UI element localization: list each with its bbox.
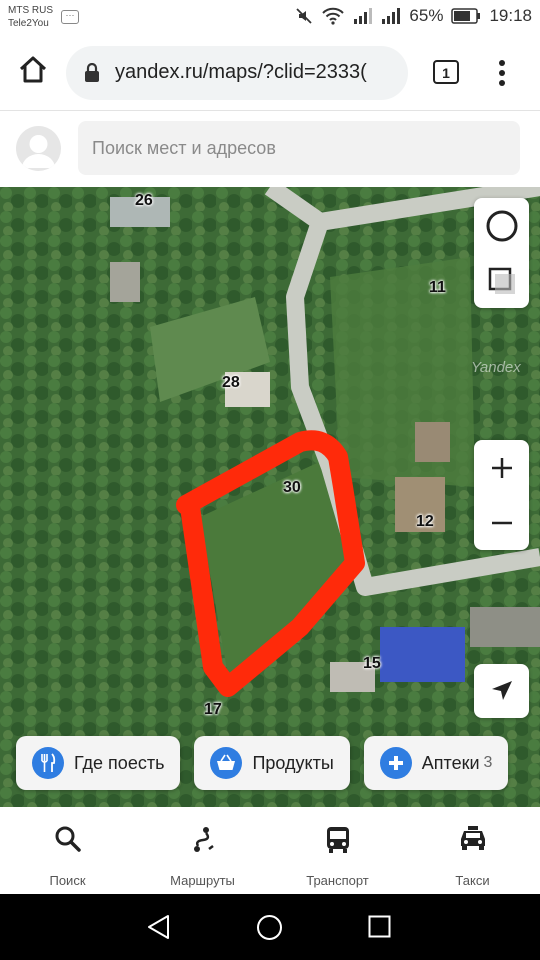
category-chips: Где поесть Продукты Аптеки 3: [16, 736, 509, 790]
taxi-icon: [460, 826, 485, 850]
zoom-out-button[interactable]: [474, 495, 529, 550]
layers-control: [474, 198, 529, 308]
map-mode-button[interactable]: [474, 198, 529, 253]
tab-switcher-button[interactable]: 1: [433, 60, 459, 84]
url-text: yandex.ru/maps/?clid=2333(: [115, 61, 367, 83]
house-number: 26: [135, 192, 153, 209]
chip-food-label: Где поесть: [74, 752, 165, 773]
lock-icon: [85, 63, 99, 82]
layers-icon: [488, 267, 515, 294]
map-search-bar: Поиск мест и адресов: [0, 111, 540, 187]
avatar[interactable]: [16, 126, 61, 171]
nav-transport-label: Транспорт: [306, 873, 369, 888]
nav-transport[interactable]: Транспорт: [270, 807, 405, 894]
satellite-imagery: [0, 187, 540, 807]
house-number: 12: [416, 513, 434, 530]
carrier-info: MTS RUS Tele2You: [8, 4, 53, 30]
house-number: 11: [429, 279, 446, 296]
search-input[interactable]: Поиск мест и адресов: [78, 121, 520, 175]
chip-groceries[interactable]: Продукты: [194, 736, 350, 790]
user-icon: [22, 135, 55, 168]
zoom-control: [474, 440, 529, 550]
carrier-2: Tele2You: [8, 18, 49, 29]
mute-icon: [296, 8, 313, 24]
chip-pharmacy-label: Аптеки: [421, 752, 480, 773]
layers-button[interactable]: [474, 253, 529, 308]
chip-pharmacy-suffix: 3: [483, 754, 493, 771]
nav-search[interactable]: Поиск: [0, 807, 135, 894]
nav-routes-label: Маршруты: [170, 873, 235, 888]
yandex-watermark: Yandex: [471, 359, 521, 376]
chip-pharmacy[interactable]: Аптеки 3: [363, 736, 509, 790]
my-location-button[interactable]: [474, 664, 529, 718]
plus-icon: [379, 747, 412, 779]
home-button[interactable]: [17, 54, 49, 86]
minus-icon: [491, 521, 512, 524]
route-icon: [193, 827, 214, 852]
status-bar: MTS RUS Tele2You ··· 65% 19:18: [0, 0, 540, 38]
battery-percent: 65%: [409, 6, 444, 25]
recents-icon[interactable]: [368, 915, 391, 938]
circle-layer-icon: [486, 210, 517, 241]
signal-icon-2: [382, 8, 401, 24]
navigation-arrow-icon: [491, 681, 512, 700]
more-vertical-icon: [499, 60, 505, 86]
satellite-map[interactable]: 26 11 28 30 10 12 15 17 Yandex: [0, 187, 540, 807]
house-number: 15: [363, 655, 381, 672]
nav-taxi[interactable]: Такси: [405, 807, 540, 894]
chip-food[interactable]: Где поесть: [16, 736, 181, 790]
search-placeholder: Поиск мест и адресов: [92, 138, 276, 158]
house-number: 28: [222, 374, 240, 391]
plus-icon: [491, 457, 512, 478]
system-nav-bar: [0, 894, 540, 960]
signal-icon-1: [354, 8, 373, 24]
clock: 19:18: [489, 6, 532, 25]
home-icon: [19, 56, 47, 83]
bus-icon: [326, 827, 349, 853]
house-number: 17: [204, 701, 222, 718]
fork-knife-icon: [32, 747, 64, 779]
back-icon[interactable]: [146, 914, 172, 940]
status-icons: 65% 19:18: [295, 6, 532, 26]
chip-groceries-label: Продукты: [252, 752, 334, 773]
house-number: 30: [283, 479, 301, 496]
address-bar[interactable]: yandex.ru/maps/?clid=2333(: [66, 46, 408, 100]
nav-search-label: Поиск: [49, 873, 86, 888]
basket-icon: [210, 747, 243, 779]
nav-taxi-label: Такси: [455, 873, 490, 888]
carrier-1: MTS RUS: [8, 5, 53, 16]
zoom-in-button[interactable]: [474, 440, 529, 495]
browser-toolbar: yandex.ru/maps/?clid=2333( 1: [0, 38, 540, 111]
nav-routes[interactable]: Маршруты: [135, 807, 270, 894]
bottom-nav: Поиск Маршруты Транспорт Такси: [0, 807, 540, 894]
home-circle-icon[interactable]: [256, 914, 283, 941]
battery-icon: [451, 8, 481, 24]
browser-menu-button[interactable]: [494, 58, 510, 88]
notification-more-icon: ···: [61, 10, 79, 24]
wifi-icon: [322, 7, 345, 25]
search-icon: [55, 826, 81, 852]
